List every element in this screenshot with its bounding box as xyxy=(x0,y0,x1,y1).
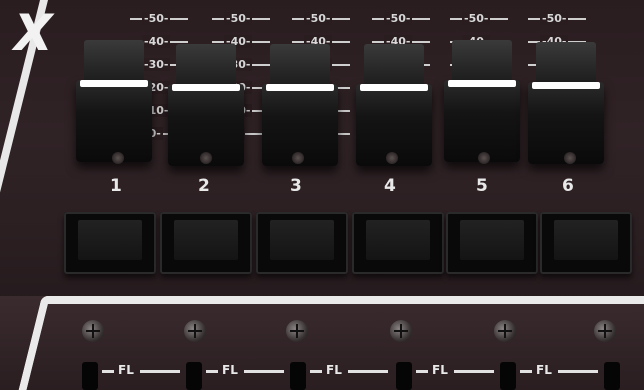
fader-screw xyxy=(564,152,576,164)
channel-number: 5 xyxy=(476,176,488,196)
panel-screw xyxy=(594,320,616,342)
fl-line xyxy=(244,370,284,373)
fader-screw xyxy=(200,152,212,164)
panel-screw xyxy=(184,320,206,342)
scale-tick-label: -50- xyxy=(462,12,491,25)
fl-slider-slot[interactable] xyxy=(396,362,412,390)
scale-tick-label: -30- xyxy=(142,58,171,71)
scale-tick-label: -50- xyxy=(540,12,569,25)
fader-knob-top xyxy=(84,40,144,84)
fl-line xyxy=(558,370,598,373)
scale-tick-label: -40- xyxy=(142,35,171,48)
scale-tick-label: -50- xyxy=(304,12,333,25)
fl-line xyxy=(140,370,180,373)
scale-tick-label: -50- xyxy=(142,12,171,25)
fader-screw xyxy=(386,152,398,164)
panel-screw xyxy=(286,320,308,342)
flash-button-face xyxy=(554,220,618,260)
fader-screw xyxy=(478,152,490,164)
fader-white-stripe xyxy=(360,84,428,91)
fl-slider-slot[interactable] xyxy=(604,362,620,390)
panel-screw xyxy=(390,320,412,342)
scale-tick-label: -50- xyxy=(224,12,253,25)
fader-knob-top xyxy=(176,44,236,88)
fl-label: FL xyxy=(432,363,448,377)
flash-button-face xyxy=(78,220,142,260)
flash-button[interactable] xyxy=(256,212,348,274)
scale-tick-label: -50- xyxy=(384,12,413,25)
flash-button[interactable] xyxy=(446,212,538,274)
fl-line xyxy=(416,370,428,373)
panel-screw xyxy=(494,320,516,342)
fader-white-stripe xyxy=(266,84,334,91)
flash-button[interactable] xyxy=(160,212,252,274)
fl-line xyxy=(206,370,218,373)
fl-line xyxy=(520,370,532,373)
fader-knob-top xyxy=(270,44,330,88)
fl-line xyxy=(102,370,114,373)
channel-number: 4 xyxy=(384,176,396,196)
channel-number: 1 xyxy=(110,176,122,196)
fl-label: FL xyxy=(536,363,552,377)
fl-label: FL xyxy=(326,363,342,377)
fl-slider-slot[interactable] xyxy=(186,362,202,390)
channel-number: 2 xyxy=(198,176,210,196)
fader-knob-top xyxy=(536,42,596,86)
fl-slider-slot[interactable] xyxy=(290,362,306,390)
channel-number: 3 xyxy=(290,176,302,196)
fader-white-stripe xyxy=(532,82,600,89)
fader-white-stripe xyxy=(448,80,516,87)
fader-screw xyxy=(112,152,124,164)
fl-label: FL xyxy=(222,363,238,377)
fader-white-stripe xyxy=(172,84,240,91)
flash-button[interactable] xyxy=(352,212,444,274)
fl-line xyxy=(454,370,494,373)
fl-line xyxy=(310,370,322,373)
panel-screw xyxy=(82,320,104,342)
fl-label: FL xyxy=(118,363,134,377)
channel-number: 6 xyxy=(562,176,574,196)
flash-button[interactable] xyxy=(540,212,632,274)
fader-knob-top xyxy=(452,40,512,84)
fader-screw xyxy=(292,152,304,164)
flash-button[interactable] xyxy=(64,212,156,274)
fl-slider-slot[interactable] xyxy=(82,362,98,390)
flash-button-face xyxy=(366,220,430,260)
lighting-console-photo: X -50--40--30--20--10--0--50--40--30--20… xyxy=(0,0,644,390)
fader-knob[interactable] xyxy=(76,40,152,162)
flash-button-face xyxy=(270,220,334,260)
fl-slider-slot[interactable] xyxy=(500,362,516,390)
fader-knob[interactable] xyxy=(528,42,604,164)
flash-button-face xyxy=(460,220,524,260)
fader-knob-top xyxy=(364,44,424,88)
fader-white-stripe xyxy=(80,80,148,87)
fader-knob[interactable] xyxy=(444,40,520,162)
brand-letter: X xyxy=(14,4,53,62)
fl-line xyxy=(348,370,388,373)
flash-button-face xyxy=(174,220,238,260)
